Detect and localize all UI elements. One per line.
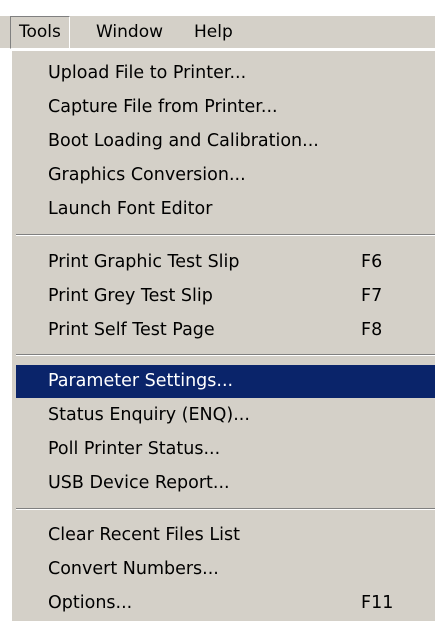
menu-item-parameter-settings[interactable]: Parameter Settings... <box>16 365 435 398</box>
menu-item-label: USB Device Report... <box>48 473 230 493</box>
shortcut-label: F11 <box>361 593 394 613</box>
menu-item-poll-printer-status[interactable]: Poll Printer Status... <box>16 433 435 466</box>
shortcut-label: F6 <box>361 252 383 272</box>
tools-dropdown-menu: Upload File to Printer... Capture File f… <box>10 49 435 621</box>
menu-item-print-graphic-test-slip[interactable]: Print Graphic Test Slip F6 <box>16 246 435 279</box>
menu-item-status-enquiry[interactable]: Status Enquiry (ENQ)... <box>16 399 435 432</box>
menu-item-boot-loading[interactable]: Boot Loading and Calibration... <box>16 125 435 158</box>
menu-item-label: Boot Loading and Calibration... <box>48 131 319 151</box>
menu-item-label: Graphics Conversion... <box>48 165 246 185</box>
menu-item-label: Parameter Settings... <box>48 371 234 391</box>
menu-item-label: Options... <box>48 593 133 613</box>
menu-item-label: Convert Numbers... <box>48 559 219 579</box>
title-bar-fragment <box>0 0 435 16</box>
menu-item-upload-file[interactable]: Upload File to Printer... <box>16 57 435 90</box>
menu-item-capture-file[interactable]: Capture File from Printer... <box>16 91 435 124</box>
menu-item-print-self-test-page[interactable]: Print Self Test Page F8 <box>16 314 435 347</box>
menu-item-label: Upload File to Printer... <box>48 63 247 83</box>
menu-item-print-grey-test-slip[interactable]: Print Grey Test Slip F7 <box>16 280 435 313</box>
menu-separator <box>16 234 435 236</box>
menu-window[interactable]: Window <box>88 16 171 49</box>
menu-tools[interactable]: Tools <box>10 16 70 49</box>
menu-item-label: Launch Font Editor <box>48 199 213 219</box>
menu-item-label: Print Self Test Page <box>48 320 215 340</box>
menu-item-label: Print Grey Test Slip <box>48 286 213 306</box>
menu-item-graphics-conversion[interactable]: Graphics Conversion... <box>16 159 435 192</box>
menu-bar: Tools Window Help <box>0 16 435 49</box>
menu-item-launch-font-editor[interactable]: Launch Font Editor <box>16 193 435 226</box>
menu-help[interactable]: Help <box>186 16 241 49</box>
menu-separator <box>16 354 435 356</box>
shortcut-label: F7 <box>361 286 383 306</box>
menu-separator <box>16 508 435 510</box>
menu-item-label: Status Enquiry (ENQ)... <box>48 405 250 425</box>
menu-item-label: Poll Printer Status... <box>48 439 221 459</box>
menu-item-clear-recent-files[interactable]: Clear Recent Files List <box>16 519 435 552</box>
menu-item-label: Capture File from Printer... <box>48 97 278 117</box>
menu-item-label: Print Graphic Test Slip <box>48 252 240 272</box>
menu-item-convert-numbers[interactable]: Convert Numbers... <box>16 553 435 586</box>
menu-item-label: Clear Recent Files List <box>48 525 240 545</box>
shortcut-label: F8 <box>361 320 383 340</box>
menu-item-usb-device-report[interactable]: USB Device Report... <box>16 467 435 500</box>
menu-item-options[interactable]: Options... F11 <box>16 587 435 620</box>
